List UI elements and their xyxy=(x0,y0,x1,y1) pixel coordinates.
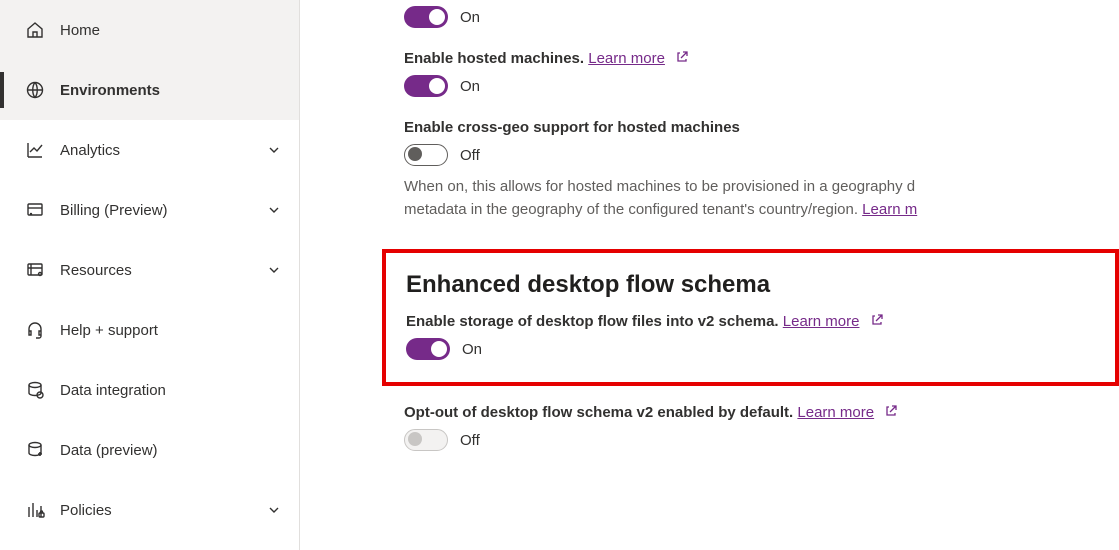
sidebar-item-policies[interactable]: Policies xyxy=(0,480,299,540)
sidebar-item-label: Billing (Preview) xyxy=(60,202,267,219)
toggle-state: On xyxy=(462,341,482,358)
enable-v2-learn-link[interactable]: Learn more xyxy=(783,313,860,330)
enable-v2-label: Enable storage of desktop flow files int… xyxy=(406,313,1095,330)
enhanced-schema-heading: Enhanced desktop flow schema xyxy=(406,271,1095,299)
hosted-machines-label: Enable hosted machines. Learn more xyxy=(404,50,1119,67)
external-link-icon xyxy=(675,50,689,64)
cross-geo-toggle[interactable] xyxy=(404,144,448,166)
hosted-machines-toggle[interactable] xyxy=(404,75,448,97)
globe-icon xyxy=(24,79,46,101)
optout-toggle[interactable] xyxy=(404,429,448,451)
sidebar-item-label: Policies xyxy=(60,502,267,519)
enable-v2-toggle[interactable] xyxy=(406,338,450,360)
resources-icon xyxy=(24,259,46,281)
toggle-state: Off xyxy=(460,432,480,449)
external-link-icon xyxy=(870,313,884,327)
sidebar-item-label: Help + support xyxy=(60,322,281,339)
sidebar-item-environments[interactable]: Environments xyxy=(0,60,299,120)
sidebar-item-label: Resources xyxy=(60,262,267,279)
sidebar-item-billing[interactable]: Billing (Preview) xyxy=(0,180,299,240)
cross-geo-description: When on, this allows for hosted machines… xyxy=(404,176,1119,221)
cross-geo-label: Enable cross-geo support for hosted mach… xyxy=(404,119,1119,136)
chevron-down-icon xyxy=(267,203,281,217)
chevron-down-icon xyxy=(267,503,281,517)
optout-learn-link[interactable]: Learn more xyxy=(797,404,874,421)
external-link-icon xyxy=(884,404,898,418)
sidebar-item-label: Data integration xyxy=(60,382,281,399)
home-icon xyxy=(24,19,46,41)
sidebar-item-help[interactable]: Help + support xyxy=(0,300,299,360)
policies-icon xyxy=(24,499,46,521)
data-integration-icon xyxy=(24,379,46,401)
sidebar-item-label: Data (preview) xyxy=(60,442,281,459)
analytics-icon xyxy=(24,139,46,161)
optout-label: Opt-out of desktop flow schema v2 enable… xyxy=(404,404,1119,421)
sidebar-item-analytics[interactable]: Analytics xyxy=(0,120,299,180)
sidebar-item-label: Home xyxy=(60,22,281,39)
initial-toggle[interactable] xyxy=(404,6,448,28)
sidebar: Home Environments Analytics Billing (Pre… xyxy=(0,0,300,550)
hosted-machines-learn-link[interactable]: Learn more xyxy=(588,50,665,67)
sidebar-item-data-integration[interactable]: Data integration xyxy=(0,360,299,420)
initial-toggle-row: On xyxy=(404,6,1119,28)
sidebar-item-label: Environments xyxy=(60,82,281,99)
chevron-down-icon xyxy=(267,263,281,277)
sidebar-item-data-preview[interactable]: Data (preview) xyxy=(0,420,299,480)
sidebar-item-home[interactable]: Home xyxy=(0,0,299,60)
data-icon xyxy=(24,439,46,461)
headset-icon xyxy=(24,319,46,341)
toggle-state: Off xyxy=(460,147,480,164)
sidebar-item-label: Analytics xyxy=(60,142,267,159)
enhanced-schema-highlight: Enhanced desktop flow schema Enable stor… xyxy=(382,249,1119,386)
toggle-state: On xyxy=(460,9,480,26)
toggle-state: On xyxy=(460,78,480,95)
main-content: On Enable hosted machines. Learn more On… xyxy=(300,0,1119,550)
sidebar-item-resources[interactable]: Resources xyxy=(0,240,299,300)
cross-geo-learn-link[interactable]: Learn m xyxy=(862,201,917,218)
chevron-down-icon xyxy=(267,143,281,157)
billing-icon xyxy=(24,199,46,221)
